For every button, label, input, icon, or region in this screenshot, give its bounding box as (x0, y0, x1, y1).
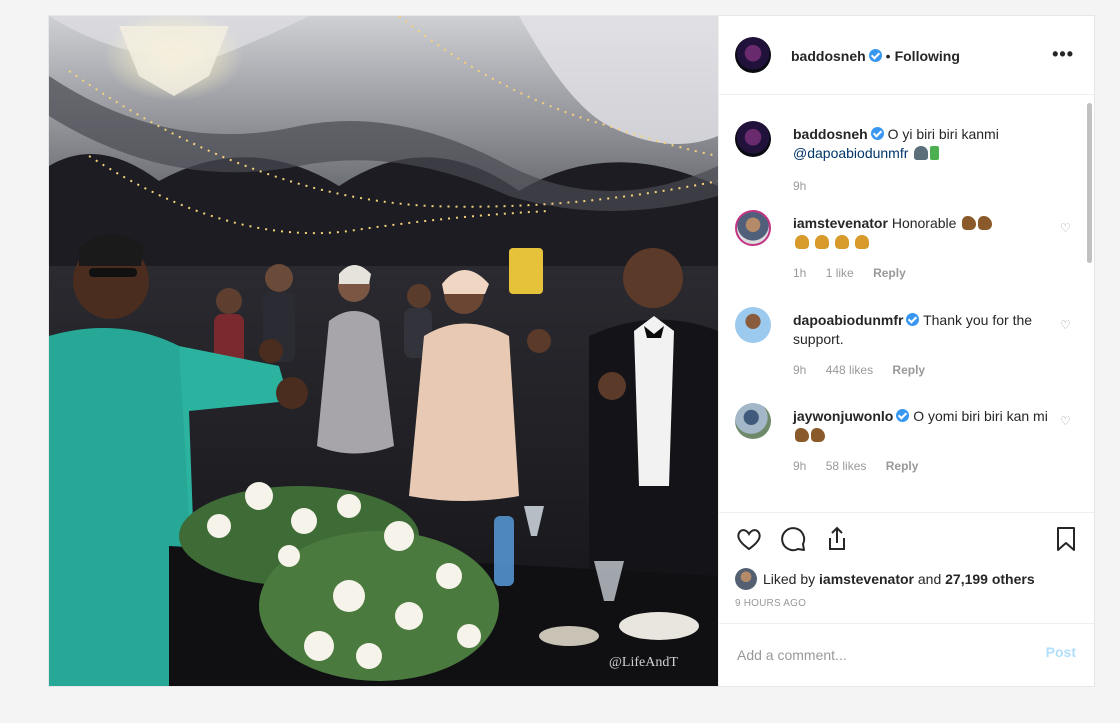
comment-like-heart-icon[interactable]: ♡ (1060, 222, 1072, 234)
photo-watermark: @LifeAndT (609, 655, 678, 670)
share-icon[interactable] (821, 523, 853, 555)
flexed-biceps-emoji-icon (978, 216, 993, 230)
separator-dot: • (885, 48, 891, 64)
people-emoji-icon (914, 146, 929, 160)
liked-by-others[interactable]: 27,199 others (945, 571, 1035, 587)
liked-by-user[interactable]: iamstevenator (819, 571, 914, 587)
comment-body: jaywonjuwonlo O yomi biri biri kan mi 9h… (793, 407, 1054, 476)
verified-badge-icon (870, 127, 884, 140)
post-photo[interactable]: @LifeAndT (49, 16, 718, 686)
post-timestamp[interactable]: 9 HOURS AGO (735, 598, 806, 609)
comments-list[interactable]: baddosneh O yi biri biri kanmi @dapoabio… (719, 95, 1094, 510)
liked-by-prefix: Liked by (763, 571, 816, 587)
instagram-post: @LifeAndT baddosneh • Following ••• baddos… (48, 15, 1095, 687)
comment-time[interactable]: 9h (793, 363, 806, 377)
comment-item: dapoabiodunmfr Thank you for the support… (735, 307, 1071, 387)
comment-time[interactable]: 9h (793, 459, 806, 473)
comments-scrollbar[interactable] (1087, 103, 1092, 263)
comment-bubble-icon[interactable] (777, 523, 809, 555)
reply-button[interactable]: Reply (873, 266, 906, 280)
add-comment-bar: Post (719, 623, 1094, 687)
heart-icon[interactable] (733, 523, 765, 555)
comment-meta: 1h 1 like Reply (793, 264, 1054, 283)
event-photo-illustration: @LifeAndT (49, 16, 718, 686)
comment-like-heart-icon[interactable]: ♡ (1060, 319, 1072, 331)
caption-body: baddosneh O yi biri biri kanmi @dapoabio… (793, 125, 1054, 196)
reply-button[interactable]: Reply (892, 363, 925, 377)
commenter-avatar[interactable] (735, 403, 771, 439)
add-comment-input[interactable] (735, 642, 1019, 668)
comment-likes[interactable]: 448 likes (826, 363, 873, 377)
comment-body: dapoabiodunmfr Thank you for the support… (793, 311, 1054, 380)
battery-emoji-icon (930, 146, 940, 160)
post-actions: Liked by iamstevenator and 27,199 others… (719, 512, 1094, 687)
commenter-avatar[interactable] (735, 307, 771, 343)
comment-likes[interactable]: 58 likes (826, 459, 867, 473)
comment-username[interactable]: dapoabiodunmfr (793, 312, 903, 328)
bookmark-icon[interactable] (1050, 523, 1082, 555)
comment-time[interactable]: 9h (793, 179, 806, 193)
liked-by-line: Liked by iamstevenator and 27,199 others (735, 568, 1035, 590)
comment-body: iamstevenator Honorable 1h 1 like Reply (793, 214, 1054, 283)
comment-like-heart-icon[interactable]: ♡ (1060, 415, 1072, 427)
comment-username[interactable]: iamstevenator (793, 215, 888, 231)
comment-item: jaywonjuwonlo O yomi biri biri kan mi 9h… (735, 403, 1071, 483)
verified-badge-icon (896, 409, 910, 422)
post-header: baddosneh • Following ••• (719, 16, 1094, 95)
reply-button[interactable]: Reply (886, 459, 919, 473)
verified-badge-icon (906, 313, 920, 326)
flexed-biceps-emoji-icon (811, 428, 825, 442)
comment-text: Honorable (891, 215, 957, 231)
comment-username[interactable]: baddosneh (793, 126, 868, 142)
comment-time[interactable]: 1h (793, 266, 806, 280)
raised-hands-emoji-icon (795, 235, 809, 249)
more-options-icon[interactable]: ••• (1052, 44, 1074, 65)
author-username[interactable]: baddosneh (791, 48, 866, 64)
commenter-avatar[interactable] (735, 210, 771, 246)
comment-meta: 9h (793, 177, 1054, 196)
comment-username[interactable]: jaywonjuwonlo (793, 408, 893, 424)
flexed-biceps-emoji-icon (795, 428, 809, 442)
raised-hands-emoji-icon (854, 235, 869, 249)
verified-badge-icon (868, 49, 882, 62)
comment-meta: 9h 58 likes Reply (793, 457, 1054, 476)
comment-likes[interactable]: 1 like (826, 266, 854, 280)
author-avatar[interactable] (735, 37, 771, 73)
liked-by-conj: and (917, 571, 942, 587)
comment-meta: 9h 448 likes Reply (793, 361, 1054, 380)
mention-link[interactable]: @dapoabiodunmfr (793, 145, 908, 161)
comment-text: O yomi biri biri kan mi (913, 408, 1048, 424)
liker-avatar[interactable] (735, 568, 757, 590)
header-author-line: baddosneh • Following (791, 48, 960, 64)
post-side-panel: baddosneh • Following ••• baddosneh O yi b… (718, 16, 1094, 686)
comment-item: iamstevenator Honorable 1h 1 like Reply … (735, 210, 1071, 290)
caption-comment: baddosneh O yi biri biri kanmi @dapoabio… (735, 121, 1054, 201)
caption-avatar[interactable] (735, 121, 771, 157)
follow-status-button[interactable]: Following (895, 48, 960, 64)
flexed-biceps-emoji-icon (962, 216, 977, 230)
raised-hands-emoji-icon (834, 235, 849, 249)
post-comment-button[interactable]: Post (1046, 644, 1076, 660)
comment-text: O yi biri biri kanmi (887, 126, 999, 142)
raised-hands-emoji-icon (814, 235, 829, 249)
